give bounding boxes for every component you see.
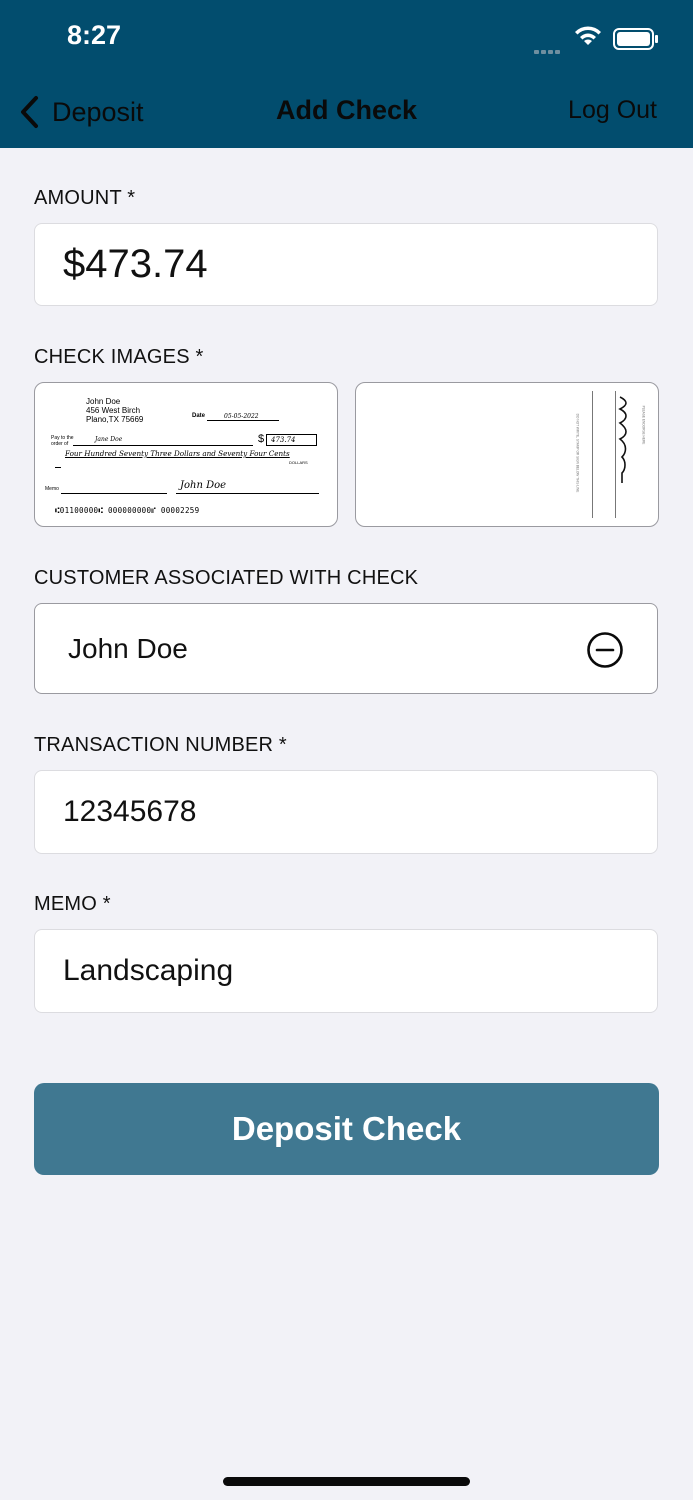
check-payer-name: John Doe — [86, 397, 121, 406]
check-images-label: CHECK IMAGES * — [34, 346, 204, 368]
check-written-amount: Four Hundred Seventy Three Dollars and S… — [65, 449, 290, 458]
check-payee-line — [73, 445, 253, 446]
check-memo-line — [61, 493, 167, 494]
check-back-warning-text: DO NOT WRITE, STAMP OR SIGN BELOW THIS L… — [575, 413, 580, 493]
check-dollar-sign: $ — [258, 433, 265, 445]
check-signature: John Doe — [180, 480, 227, 491]
wifi-icon — [575, 26, 601, 45]
customer-value: John Doe — [68, 632, 188, 664]
amount-label: AMOUNT * — [34, 187, 136, 209]
check-back-endorse-text: PLEASE ENDORSE HERE — [641, 405, 646, 445]
check-amount-box: 473.74 — [266, 434, 317, 446]
minus-circle-icon[interactable] — [586, 631, 624, 669]
battery-icon — [613, 28, 658, 50]
transaction-number-value: 12345678 — [63, 795, 197, 828]
amount-field[interactable]: $473.74 — [34, 223, 658, 306]
memo-value: Landscaping — [63, 954, 234, 987]
memo-field[interactable]: Landscaping — [34, 929, 658, 1013]
check-payee: Jane Doe — [95, 436, 123, 443]
customer-label: CUSTOMER ASSOCIATED WITH CHECK — [34, 567, 419, 589]
check-back-line-1 — [592, 391, 593, 518]
deposit-check-button[interactable]: Deposit Check — [34, 1083, 659, 1175]
check-memo-label: Memo — [45, 486, 59, 492]
check-amount-box-value: 473.74 — [271, 436, 296, 444]
home-indicator[interactable] — [223, 1477, 470, 1486]
check-pay-label-2: order of — [51, 441, 69, 447]
check-dollars-label: DOLLARS — [289, 460, 308, 465]
logout-button[interactable]: Log Out — [568, 96, 657, 125]
check-payer-address-1: 456 West Birch — [86, 406, 141, 415]
amount-value: $473.74 — [63, 242, 208, 286]
check-date-line — [207, 420, 279, 421]
app-header: 8:27 Deposit Add Check Log Out — [0, 0, 693, 148]
check-back-endorsement-signature — [618, 396, 627, 483]
memo-label: MEMO * — [34, 893, 111, 915]
check-date-value: 05-05-2022 — [224, 413, 259, 420]
customer-field[interactable]: John Doe — [34, 603, 658, 694]
check-date-label: Date — [192, 413, 206, 419]
transaction-number-field[interactable]: 12345678 — [34, 770, 658, 854]
cellular-signal-icon — [534, 41, 566, 54]
check-signature-line — [176, 493, 319, 494]
check-micr-line: ⑆01100000⑆ 000000000⑈ 00002259 — [55, 506, 200, 515]
check-small-line — [55, 467, 61, 468]
transaction-label: TRANSACTION NUMBER * — [34, 734, 287, 756]
check-front-image[interactable]: John Doe 456 West Birch Plano,TX 75669 D… — [34, 382, 338, 527]
status-time: 8:27 — [67, 20, 122, 50]
check-back-image[interactable]: DO NOT WRITE, STAMP OR SIGN BELOW THIS L… — [355, 382, 659, 527]
check-payer-address-2: Plano,TX 75669 — [86, 415, 144, 424]
